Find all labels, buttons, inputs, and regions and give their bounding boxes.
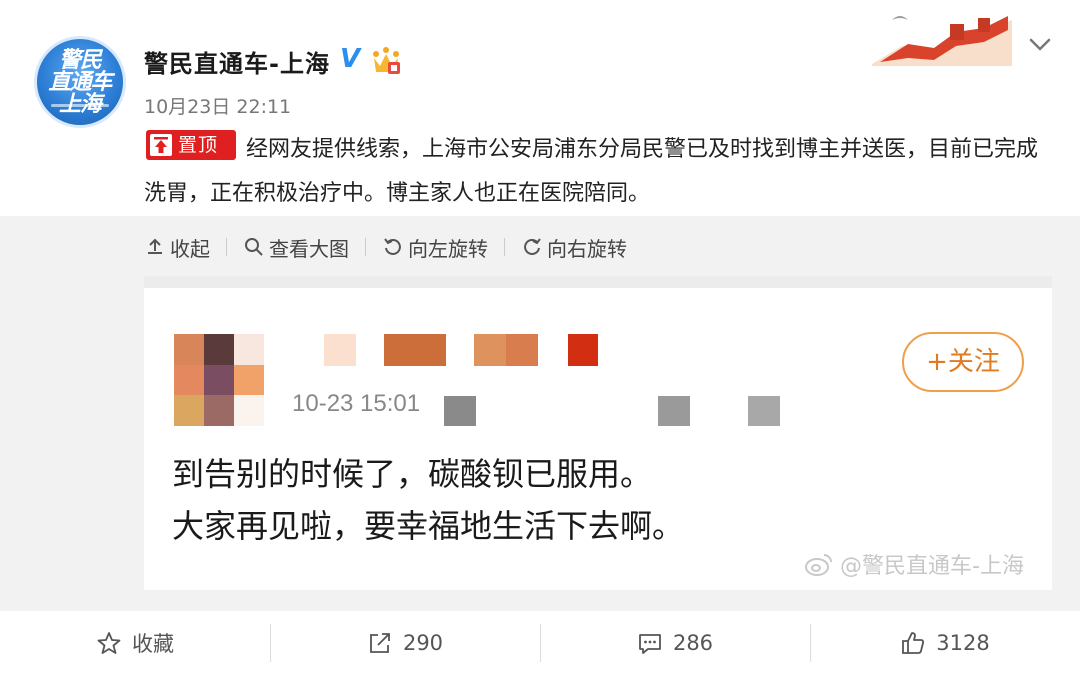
like-button[interactable]: 3128 [810, 612, 1080, 674]
repost-count: 290 [402, 631, 444, 655]
vip-crown-icon [373, 47, 400, 74]
username[interactable]: 警民直通车-上海 [144, 44, 330, 79]
chevron-down-icon[interactable] [1026, 30, 1054, 58]
blurred-avatar [174, 334, 264, 426]
watermark: @警民直通车-上海 [804, 548, 1024, 580]
rotate-left-button[interactable]: 向左旋转 [382, 233, 488, 262]
rotate-left-icon [384, 238, 401, 255]
share-icon [370, 633, 390, 653]
search-icon [245, 238, 263, 256]
post-text: 经网友提供线索，上海市公安局浦东分局民警已及时找到博主并送医，目前已完成洗胃，正… [144, 137, 1039, 206]
repost-button[interactable]: 290 [270, 612, 540, 674]
weibo-logo-icon [805, 554, 832, 576]
pinned-badge: 置顶 [146, 130, 236, 160]
favorite-label: 收藏 [132, 632, 174, 656]
embedded-post-time: 10-23 15:01 [292, 390, 421, 417]
blurred-source [444, 396, 784, 426]
verified-icon: V [340, 44, 361, 74]
view-large-button[interactable]: 查看大图 [243, 233, 349, 262]
collapse-button[interactable]: 收起 [144, 233, 210, 262]
favorite-button[interactable]: 收藏 [0, 612, 270, 674]
image-toolbar: 收起 查看大图 向左旋转 向右旋转 [144, 232, 627, 262]
embedded-post-text: 到告别的时候了，碳酸钡已服用。 大家再见啦，要幸福地生活下去啊。 [172, 455, 685, 545]
great-wall-decoration-icon [872, 16, 1012, 66]
like-count: 3128 [936, 631, 990, 655]
rotate-right-button[interactable]: 向右旋转 [521, 233, 627, 262]
collapse-label: 收起 [170, 236, 210, 261]
rotate-right-label: 向右旋转 [547, 236, 627, 261]
thumbs-up-icon [902, 632, 925, 654]
star-icon [97, 632, 121, 654]
comment-button[interactable]: 286 [540, 612, 810, 674]
watermark-text: @警民直通车-上海 [840, 554, 1024, 579]
blurred-username [324, 334, 604, 366]
pin-arrow-icon [150, 134, 172, 156]
rotate-left-label: 向左旋转 [408, 236, 488, 261]
action-bar: 收藏 290 286 3128 [0, 612, 1080, 674]
pinned-label: 置顶 [178, 134, 219, 156]
post-header: 警民 直通车 上海 警民直通车-上海 V 10月23日 22:11 经网友提供线… [0, 0, 1080, 216]
embedded-screenshot[interactable]: 10-23 15:01 +关注 到告别的时候了，碳酸钡已服用。 大家再见啦，要幸… [144, 276, 1052, 590]
rotate-right-icon [524, 238, 541, 255]
avatar[interactable]: 警民 直通车 上海 [34, 36, 126, 128]
comment-icon [639, 634, 661, 654]
follow-button[interactable]: +关注 [902, 332, 1024, 392]
view-large-label: 查看大图 [269, 236, 349, 261]
comment-count: 286 [672, 631, 714, 655]
collapse-icon [148, 238, 162, 254]
post-timestamp[interactable]: 10月23日 22:11 [144, 92, 291, 119]
